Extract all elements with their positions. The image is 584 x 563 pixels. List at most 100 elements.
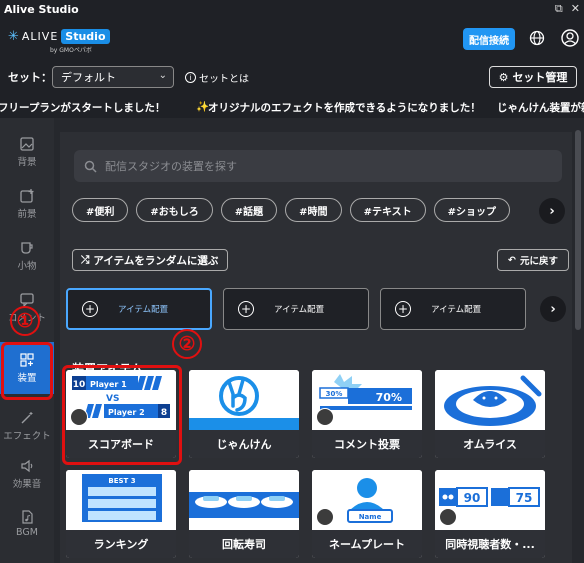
card-comment-vote[interactable]: 30% 70% コメント投票 [312,370,422,458]
sidebar-item-label: 小物 [17,260,37,272]
music-file-icon [22,510,33,524]
card-label: コメント投票 [312,430,422,458]
sidebar-item-props[interactable]: 小物 [0,230,54,282]
shuffle-icon: ⤮ [81,253,90,266]
premium-badge-icon [316,508,334,526]
best-title: BEST 3 [108,477,135,485]
sidebar-item-effects[interactable]: エフェクト [0,400,54,452]
restore-window-icon[interactable]: ⧉ [555,2,563,16]
tag-chip[interactable]: #ショップ [433,198,511,222]
sidebar-item-label: エフェクト [3,430,51,442]
card-janken[interactable]: じゃんけん [189,370,299,458]
restore-button[interactable]: ↶ 元に戻す [497,249,569,271]
plus-icon: + [395,301,411,317]
highlight-sidebar-devices [1,342,53,400]
card-label: ネームプレート [312,530,422,558]
scrollbar-thumb[interactable] [575,130,581,330]
image-plus-icon [20,188,34,203]
app-header: ✳ ALIVE Studio by GMOペパボ 配信接続 [0,18,584,60]
card-viewer-count[interactable]: 90 75 同時視聴者数・... [435,470,545,558]
card-conveyor-sushi[interactable]: 回転寿司 [189,470,299,558]
logo-badge: Studio [61,29,110,44]
image-icon [20,136,34,151]
sparkle-logo-icon: ✳ [8,29,19,44]
annotation-one: ① [10,306,40,336]
premium-badge-icon [316,408,334,426]
tag-chip[interactable]: #話題 [220,198,278,222]
set-bar: セット： デフォルト ⌄ i セットとは ⚙ セット管理 [0,60,584,94]
slot-label: アイテム配置 [274,305,325,315]
name-text: Name [359,513,382,521]
set-select-value: デフォルト [61,71,116,84]
search-placeholder: 配信スタジオの装置を探す [105,160,237,173]
premium-badge-icon [439,508,457,526]
sidebar-item-foreground[interactable]: 前景 [0,178,54,230]
main-scrollbar[interactable] [574,120,582,563]
close-window-icon[interactable]: ✕ [571,2,580,16]
janken-thumbnail [189,370,299,430]
card-label: オムライス [435,430,545,458]
viewer-number: 90 [464,491,481,505]
search-icon [84,160,97,173]
category-sidebar: 背景 前景 小物 コメント 装置 エフェクト 効果音 BGM [0,118,54,563]
set-manage-button[interactable]: ⚙ セット管理 [489,66,577,88]
slot-label: アイテム配置 [118,305,169,315]
stream-connect-button[interactable]: 配信接続 [463,28,515,50]
ticker-item: オリジナルのエフェクトを作成できるようになりました！ [208,102,481,114]
plus-icon: + [238,301,254,317]
item-slot-3[interactable]: + アイテム配置 [380,288,526,330]
plus-icon: + [82,301,98,317]
sidebar-item-bgm[interactable]: BGM [0,498,54,550]
set-label: セット： [8,71,52,84]
globe-icon[interactable] [529,30,545,46]
tag-chip[interactable]: #便利 [72,198,129,222]
set-select[interactable]: デフォルト ⌄ [52,66,174,88]
card-ranking[interactable]: BEST 3 ランキング [66,470,176,558]
set-manage-label: セット管理 [512,71,568,84]
tag-chip[interactable]: #時間 [285,198,342,222]
cup-icon [21,241,33,254]
annotation-two: ② [172,329,202,359]
chevron-down-icon: ⌄ [158,70,167,81]
ranking-thumbnail: BEST 3 [66,470,176,530]
card-label: 回転寿司 [189,530,299,558]
slots-next-button[interactable]: › [540,296,566,322]
undo-icon: ↶ [508,254,516,266]
omurice-thumbnail [435,370,545,430]
random-item-label: アイテムをランダムに選ぶ [93,254,219,267]
tags-next-button[interactable]: › [539,198,565,224]
random-item-button[interactable]: ⤮ アイテムをランダムに選ぶ [72,249,228,271]
tag-list: #便利 #おもしろ #話題 #時間 #テキスト #ショップ [72,198,511,222]
item-slot-2[interactable]: + アイテム配置 [223,288,369,330]
tag-chip[interactable]: #テキスト [349,198,426,222]
restore-label: 元に戻す [519,256,558,267]
what-is-set-link[interactable]: i セットとは [185,70,249,85]
device-search-input[interactable]: 配信スタジオの装置を探す [74,150,562,182]
highlight-scoreboard-card [62,365,182,465]
news-ticker: フリープランがスタートしました！ ✨ オリジナルのエフェクトを作成できるようにな… [0,94,584,118]
like-number: 75 [516,491,533,505]
card-label: 同時視聴者数・... [435,530,545,558]
sidebar-item-label: 前景 [17,208,37,220]
sidebar-item-sound-effects[interactable]: 効果音 [0,448,54,500]
slot-label: アイテム配置 [431,305,482,315]
what-is-set-label: セットとは [199,74,249,85]
magic-wand-icon [21,411,33,423]
card-nameplate[interactable]: Name ネームプレート [312,470,422,558]
card-label: ランキング [66,530,176,558]
item-slot-1[interactable]: + アイテム配置 [66,288,212,330]
tag-chip[interactable]: #おもしろ [136,198,213,222]
card-omurice[interactable]: オムライス [435,370,545,458]
vote-right: 70% [376,391,402,404]
user-account-icon[interactable] [561,29,579,47]
sidebar-item-background[interactable]: 背景 [0,126,54,178]
sidebar-item-label: 背景 [17,156,37,168]
ticker-item: じゃんけん装置が新 [497,102,584,114]
sidebar-item-label: BGM [16,527,38,538]
comment-icon [20,292,34,307]
sidebar-item-label: 効果音 [12,478,42,490]
logo-text: ALIVE [21,30,59,43]
vote-left: 30% [326,390,343,398]
app-title: Alive Studio [4,2,79,16]
logo-subtext: by GMOペパボ [50,47,92,54]
